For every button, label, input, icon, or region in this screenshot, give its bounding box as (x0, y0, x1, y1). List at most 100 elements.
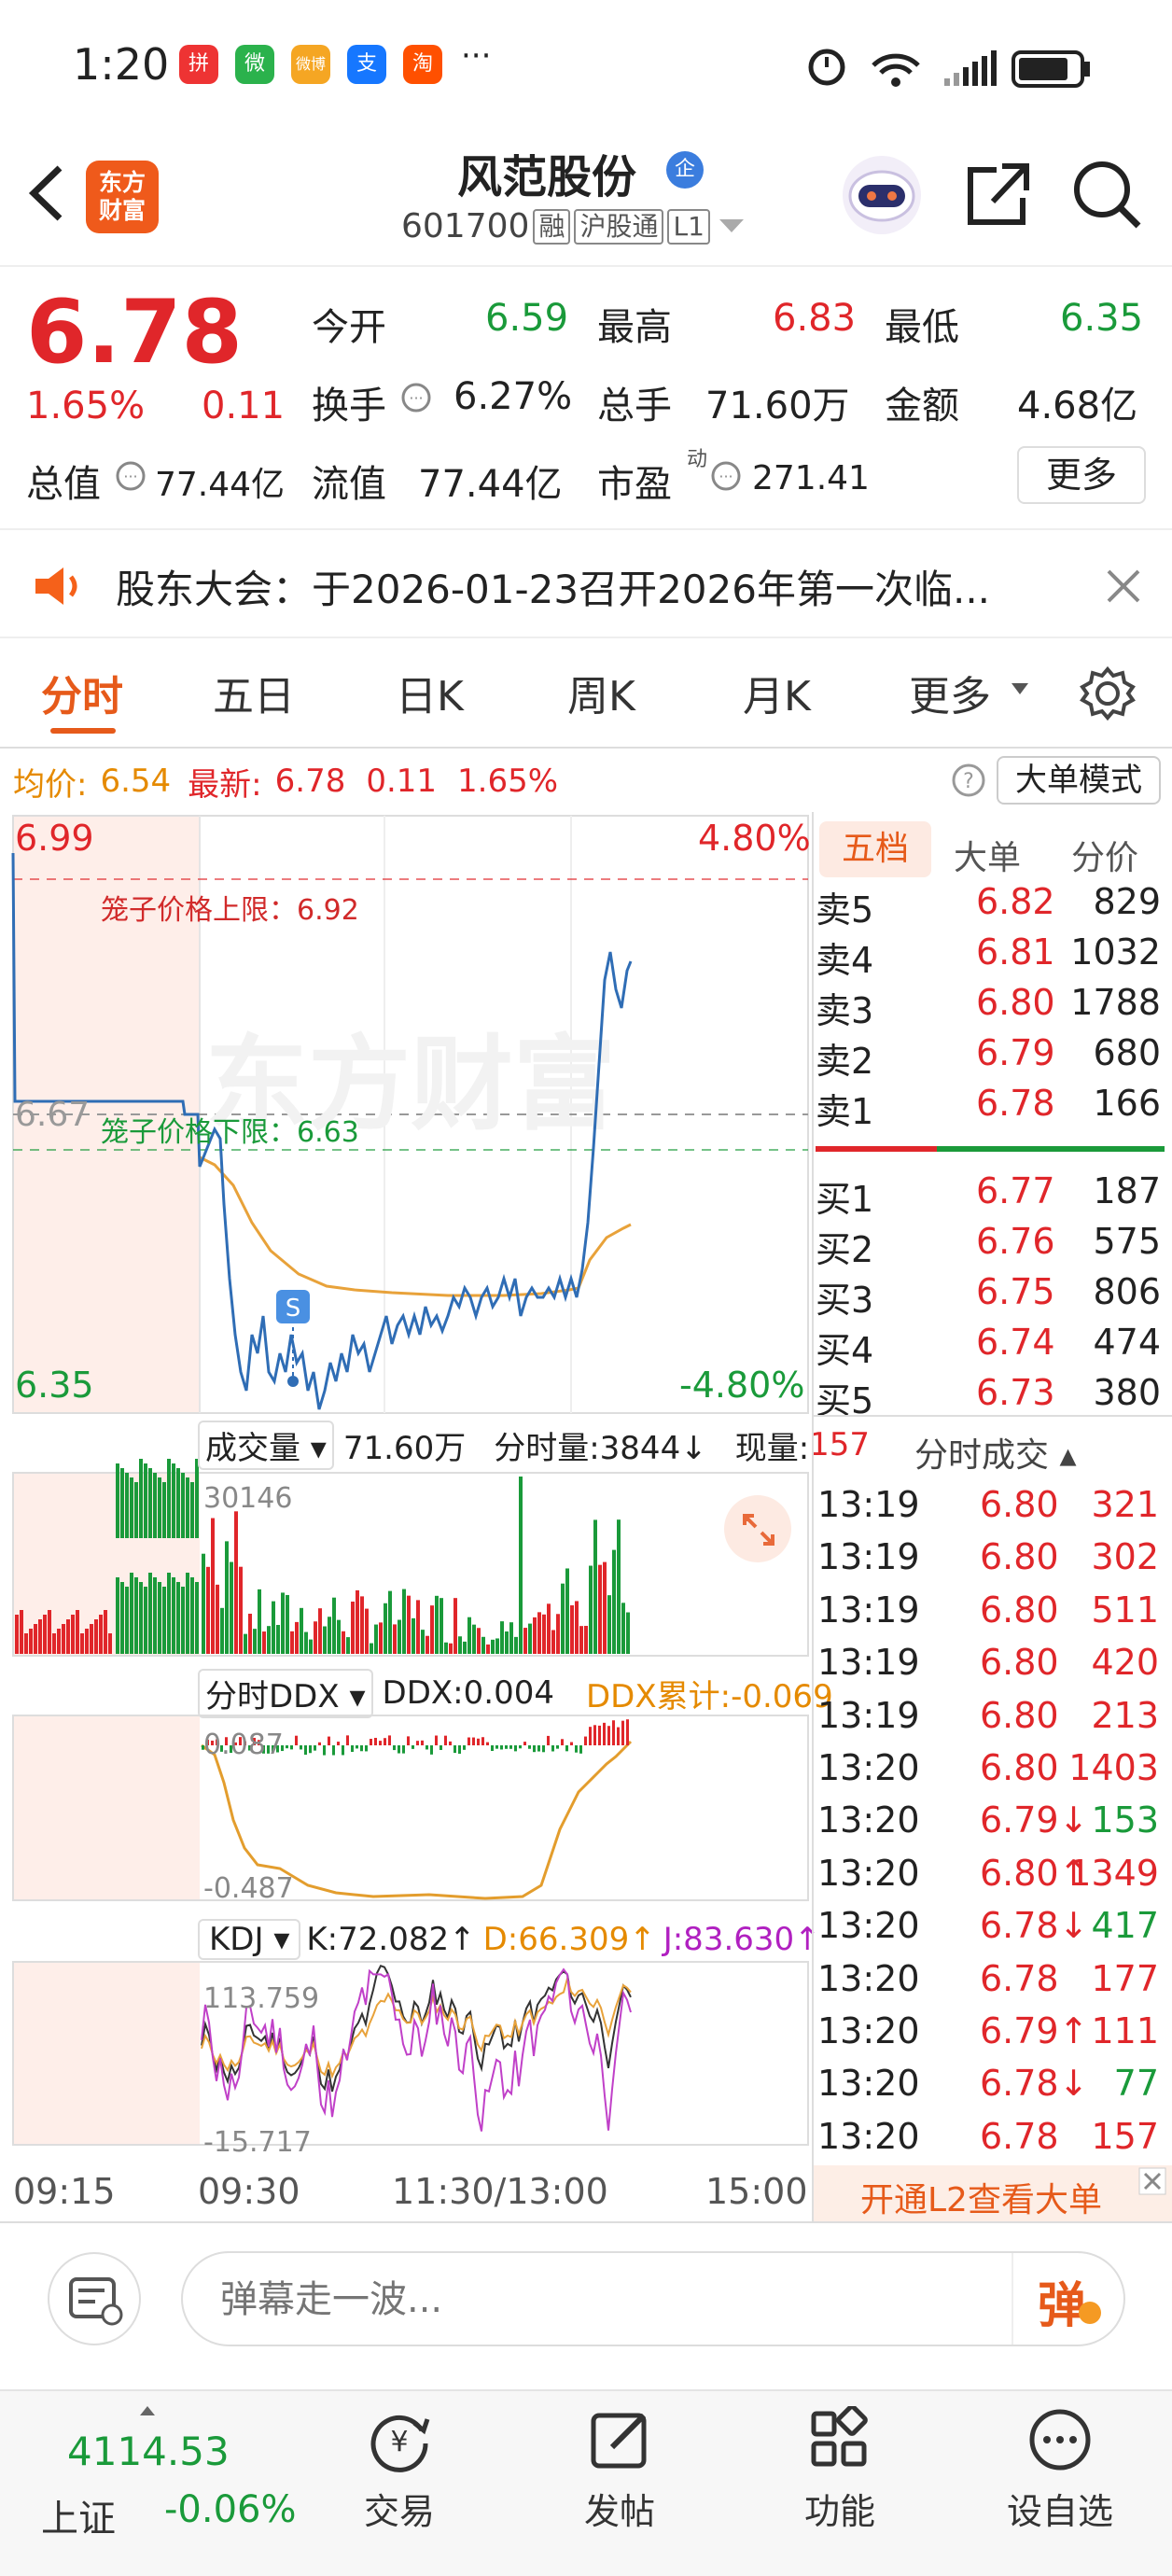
alarm-icon (808, 49, 845, 86)
back-icon[interactable] (22, 161, 69, 226)
tick-time: 13:20 (817, 1747, 920, 1788)
tick-volume: 302 (1091, 1536, 1159, 1578)
ddx-bar (360, 1745, 363, 1752)
close-icon[interactable] (1138, 2167, 1166, 2195)
tick-time: 13:20 (817, 2115, 920, 2157)
tab-daily-k[interactable]: 日K (396, 663, 464, 722)
info-icon[interactable]: ··· (399, 381, 433, 414)
tick-price: 6.80 (980, 1536, 1059, 1578)
volume-bar (612, 1549, 616, 1654)
index-name[interactable]: 上证 (41, 2488, 116, 2542)
volume-bar (472, 1624, 476, 1654)
stock-code-line[interactable]: 601700 融 沪股通 L1 (401, 207, 746, 245)
intraday-chart[interactable]: 东方财富 S (0, 812, 812, 2212)
help-icon[interactable]: ? (950, 762, 987, 799)
order-level-volume: 380 (1093, 1372, 1161, 1413)
more-button[interactable]: 更多 (1017, 446, 1146, 504)
nav-post[interactable]: 发帖 (545, 2406, 694, 2534)
volume-bar (360, 1596, 364, 1654)
ddx-label: 分时DDX (205, 1677, 340, 1715)
ddx-bar (440, 1745, 442, 1750)
volume-bar (244, 1633, 247, 1654)
ddx-bar (323, 1745, 326, 1756)
ddx-bottom-label: -0.487 (203, 1872, 294, 1905)
signal-marker-label: S (286, 1295, 301, 1323)
tick-volume: 420 (1091, 1642, 1159, 1684)
ddx-bar (612, 1720, 615, 1745)
comment-list-icon[interactable] (47, 2251, 142, 2346)
volume-total: 71.60万 (342, 1429, 467, 1467)
order-level-volume: 575 (1093, 1221, 1161, 1262)
volume-bar (575, 1601, 579, 1654)
volume-bar (440, 1598, 443, 1654)
lower-limit-label: 笼子价格下限：6.63 (101, 1116, 359, 1149)
search-icon[interactable] (1069, 157, 1144, 231)
danmaku-send-button[interactable]: 弹 (1038, 2266, 1086, 2336)
volume-bar (598, 1564, 602, 1654)
tick-time: 13:20 (817, 1905, 920, 1947)
ddx-bar (356, 1745, 358, 1749)
ticks-title[interactable]: 分时成交 ▴ (914, 1428, 1077, 1477)
volume-bar (38, 1619, 42, 1654)
tab-more[interactable]: 更多 (909, 663, 991, 722)
volume-bar (76, 1610, 79, 1654)
kdj-indicator-select[interactable]: KDJ ▾ (198, 1919, 301, 1960)
close-icon[interactable] (1103, 566, 1144, 607)
enterprise-badge: 企 (666, 151, 704, 189)
volume-bar (290, 1631, 294, 1654)
expand-icon[interactable] (722, 1493, 793, 1564)
tab-intraday[interactable]: 分时 (41, 663, 123, 722)
tab-five-levels[interactable]: 五档 (819, 821, 931, 877)
robot-assistant-icon[interactable] (840, 153, 924, 237)
tab-five-day[interactable]: 五日 (213, 663, 295, 722)
time-axis-close: 15:00 (705, 2171, 808, 2212)
tick-volume: 1349 (1068, 1852, 1159, 1894)
volume-bar (153, 1577, 157, 1654)
wechat-icon: 微 (235, 45, 274, 84)
tick-time: 13:20 (817, 2010, 920, 2051)
settings-gear-icon[interactable] (1079, 665, 1137, 722)
ddx-bar (472, 1737, 475, 1745)
volume-bar (172, 1463, 175, 1538)
nav-functions[interactable]: 功能 (765, 2406, 914, 2534)
tab-price-distribution[interactable]: 分价 (1071, 831, 1138, 879)
tab-monthly-k[interactable]: 月K (743, 663, 811, 722)
volume-header: 成交量 ▾ 71.60万 分时量:3844↓ 现量: 157 (198, 1420, 870, 1470)
ddx-bar (332, 1745, 335, 1756)
volume-bar (444, 1642, 448, 1654)
check-icon (1079, 2302, 1101, 2324)
notice-bar[interactable]: 股东大会：于2026-01-23召开2026年第一次临... (0, 528, 1172, 638)
volume-bar (523, 1628, 527, 1654)
danmaku-input[interactable] (220, 2272, 967, 2328)
tab-weekly-k[interactable]: 周K (567, 663, 635, 722)
nav-add-watchlist[interactable]: 设自选 (985, 2406, 1135, 2534)
tick-volume: 417 (1091, 1905, 1159, 1947)
tick-volume: 213 (1091, 1694, 1159, 1736)
info-icon[interactable]: ··· (709, 459, 743, 493)
divider (1012, 2253, 1013, 2345)
l2-promo[interactable]: 开通L2查看大单 (814, 2165, 1172, 2221)
volume-bar (108, 1633, 112, 1654)
ddx-indicator-select[interactable]: 分时DDX ▾ (198, 1668, 373, 1718)
grid-icon (811, 2406, 868, 2467)
ddx-bar (370, 1739, 372, 1745)
volume-bar (309, 1639, 313, 1654)
big-order-mode-button[interactable]: 大单模式 (997, 756, 1161, 805)
index-value[interactable]: 4114.53 (67, 2429, 230, 2474)
nav-trade[interactable]: ¥ 交易 (325, 2406, 474, 2534)
volume-indicator-select[interactable]: 成交量 ▾ (198, 1420, 334, 1470)
tick-time: 13:20 (817, 1957, 920, 1999)
pe-label: 市盈 (597, 463, 672, 506)
avg-label: 均价: (13, 765, 88, 804)
volume-bar (130, 1573, 133, 1654)
last-price: 6.78 (26, 282, 243, 384)
order-level-label: 卖2 (816, 1041, 874, 1082)
volume-bar (365, 1608, 369, 1654)
info-icon[interactable]: ··· (114, 459, 147, 493)
order-level-label: 卖1 (816, 1091, 874, 1132)
tab-big-orders[interactable]: 大单 (954, 831, 1021, 879)
volume-bar (195, 1459, 199, 1538)
volume-bar (206, 1566, 210, 1654)
order-level-label: 买3 (816, 1280, 874, 1321)
share-icon[interactable] (961, 159, 1034, 231)
